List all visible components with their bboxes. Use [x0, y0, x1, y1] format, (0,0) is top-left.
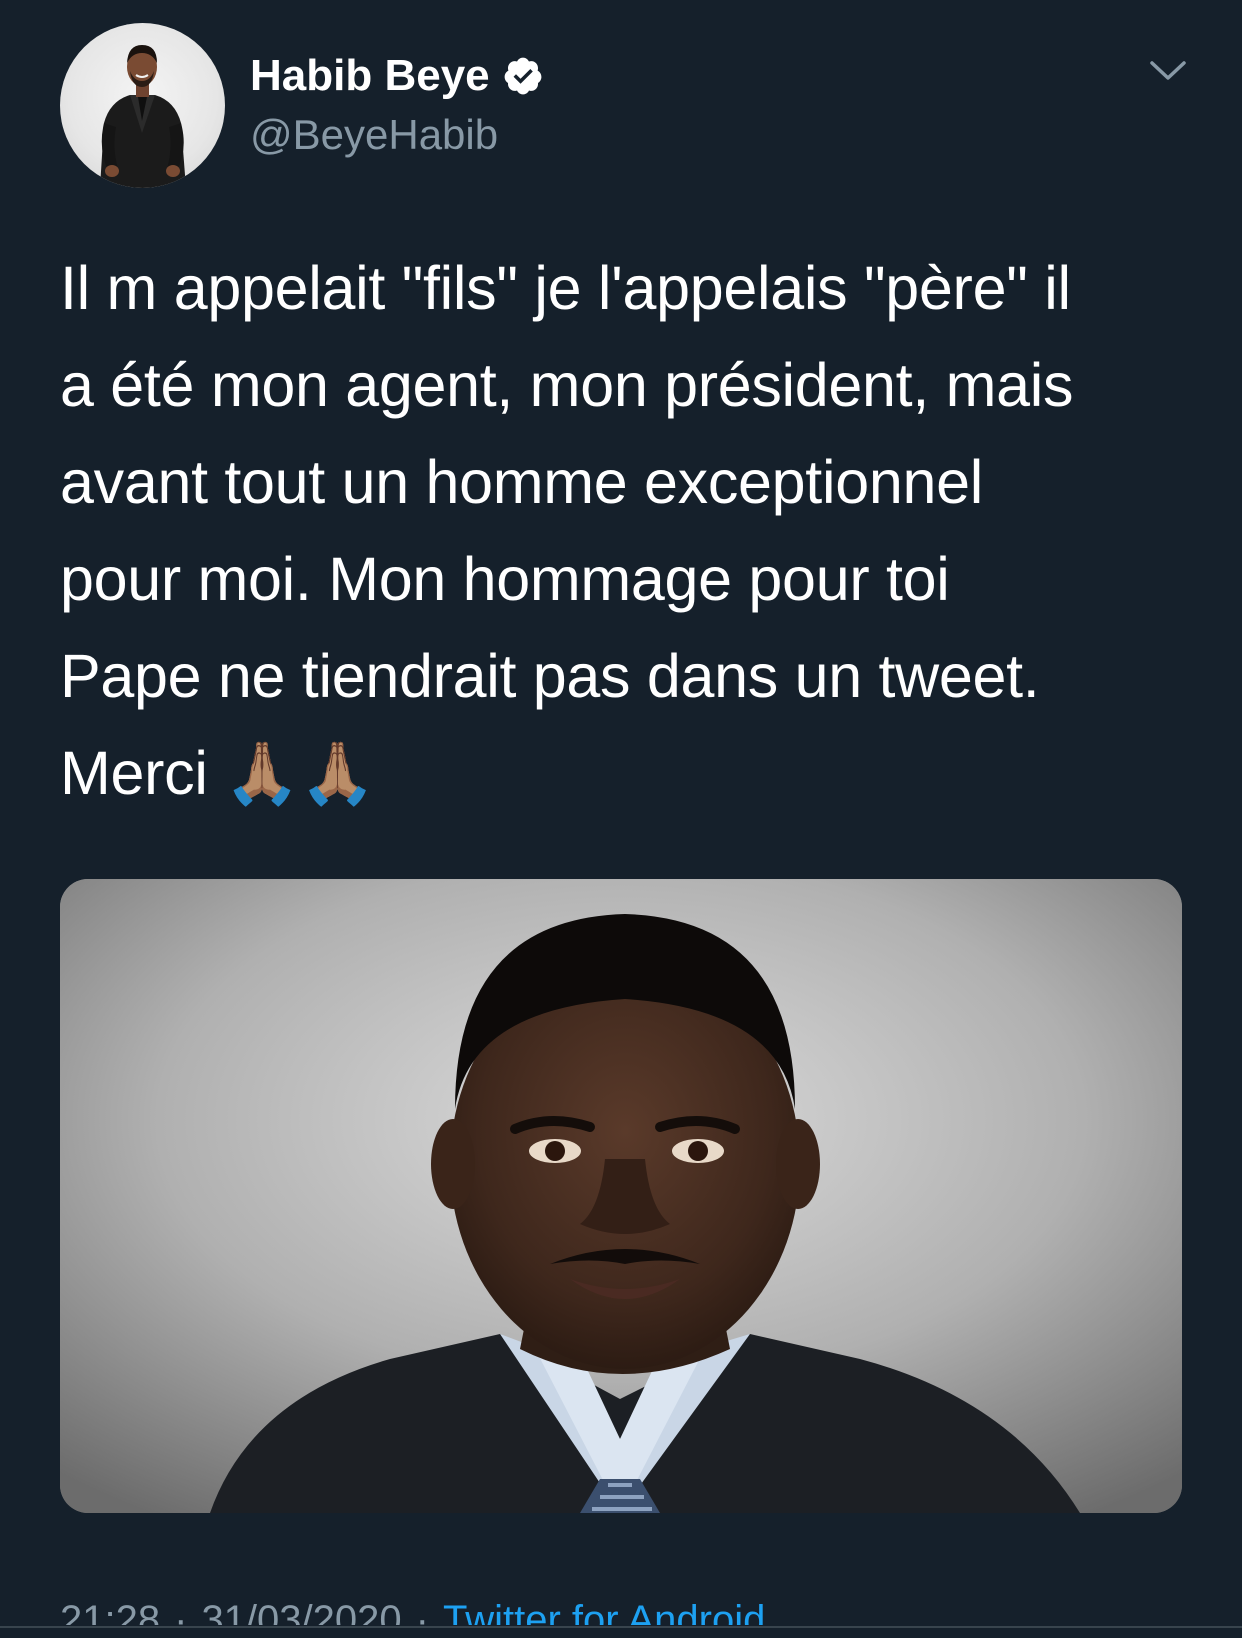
- tweet-photo[interactable]: [60, 879, 1182, 1513]
- avatar[interactable]: [60, 23, 225, 188]
- portrait-image: [60, 879, 1182, 1513]
- meta-separator: ·: [174, 1598, 188, 1625]
- divider: [0, 1626, 1242, 1628]
- tweet-meta: 21:28 · 31/03/2020 · Twitter for Android: [60, 1585, 765, 1625]
- chevron-down-icon[interactable]: [1148, 56, 1188, 86]
- verified-badge-icon: [502, 55, 544, 97]
- author-name-text: Habib Beye: [250, 51, 490, 100]
- tweet: Habib Beye @BeyeHabib Il m appelait "fil…: [0, 0, 1242, 1638]
- tweet-text: Il m appelait "fils" je l'appelais "père…: [60, 254, 1074, 807]
- meta-separator-2: ·: [415, 1598, 429, 1625]
- tweet-date: 31/03/2020: [201, 1598, 402, 1625]
- author-display-name[interactable]: Habib Beye: [250, 48, 544, 104]
- author-handle[interactable]: @BeyeHabib: [250, 108, 498, 162]
- avatar-image: [100, 45, 186, 188]
- tweet-source-link[interactable]: Twitter for Android: [443, 1598, 765, 1625]
- tweet-time: 21:28: [60, 1598, 161, 1625]
